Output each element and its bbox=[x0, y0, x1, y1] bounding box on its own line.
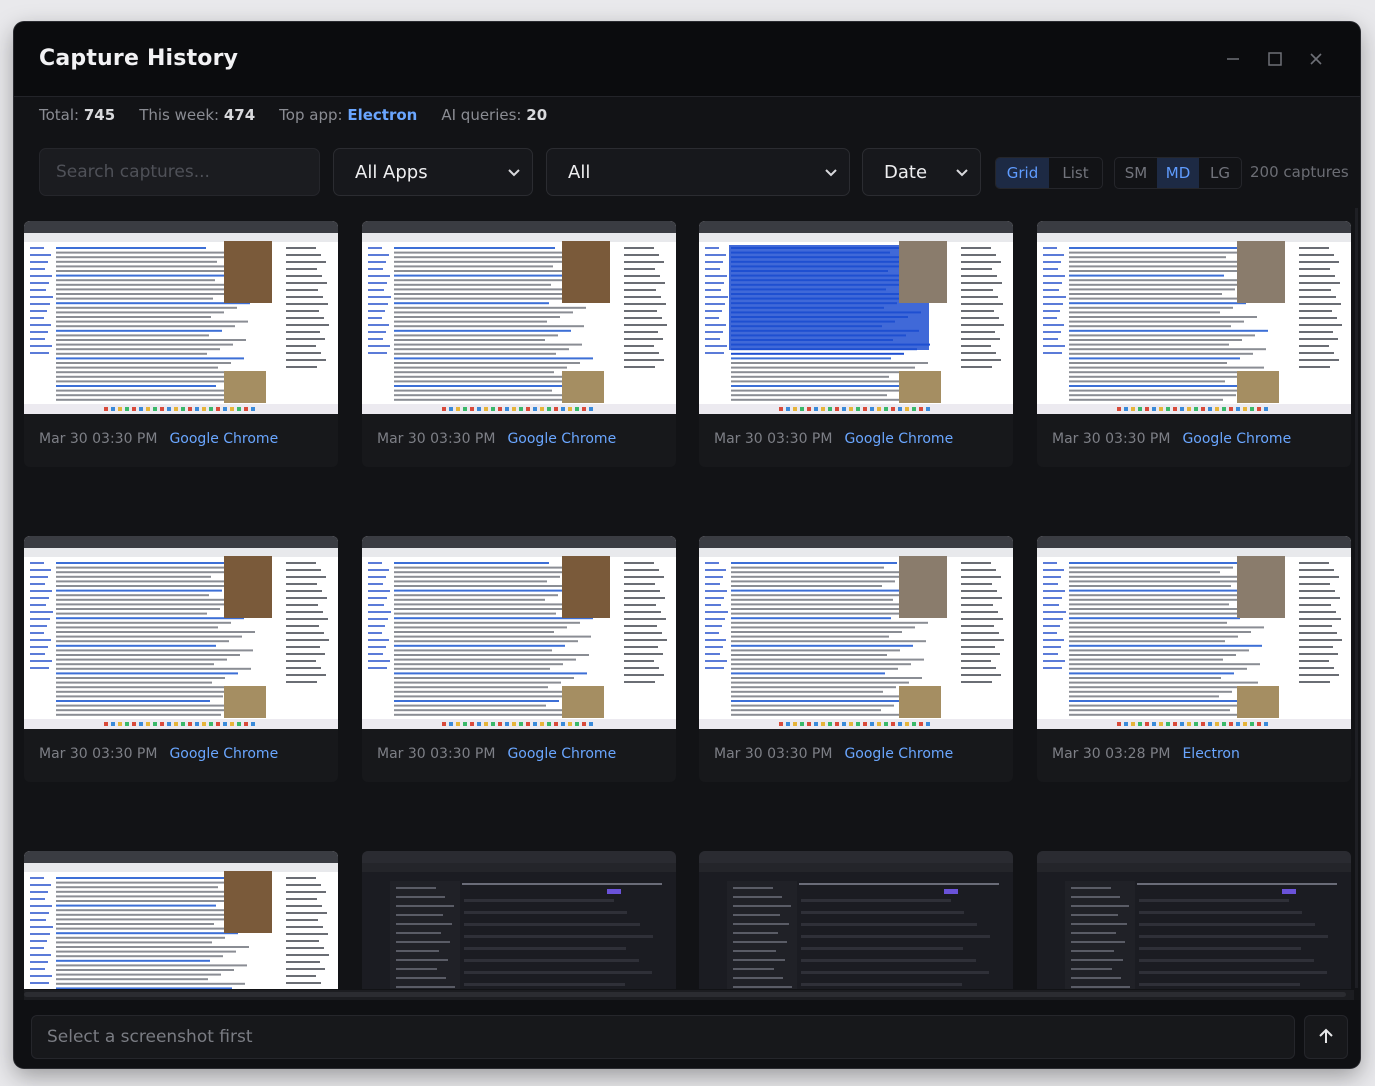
title-divider bbox=[14, 96, 1360, 97]
chevron-down-icon bbox=[954, 165, 970, 181]
thumbnail-preview bbox=[1037, 221, 1351, 414]
minimize-icon[interactable] bbox=[1221, 47, 1245, 71]
capture-time: Mar 30 03:30 PM bbox=[377, 431, 495, 447]
close-icon[interactable] bbox=[1304, 47, 1328, 71]
capture-time: Mar 30 03:30 PM bbox=[714, 431, 832, 447]
capture-card[interactable] bbox=[362, 851, 676, 989]
capture-meta: Mar 30 03:30 PM Google Chrome bbox=[714, 746, 953, 762]
capture-meta: Mar 30 03:30 PM Google Chrome bbox=[377, 746, 616, 762]
capture-thumbnail[interactable] bbox=[699, 221, 1013, 414]
thumbnail-preview bbox=[24, 536, 338, 729]
capture-time: Mar 30 03:28 PM bbox=[1052, 746, 1170, 762]
thumbnail-preview bbox=[699, 221, 1013, 414]
thumbnail-preview bbox=[1037, 851, 1351, 989]
thumbnail-preview bbox=[24, 221, 338, 414]
capture-app[interactable]: Electron bbox=[1182, 746, 1239, 762]
thumbnail-preview bbox=[362, 851, 676, 989]
thumbnail-preview bbox=[699, 536, 1013, 729]
scrollbar-thumb[interactable] bbox=[24, 992, 1346, 997]
capture-time: Mar 30 03:30 PM bbox=[39, 746, 157, 762]
horizontal-scrollbar[interactable] bbox=[24, 990, 1354, 1000]
capture-thumbnail[interactable] bbox=[362, 221, 676, 414]
capture-thumbnail[interactable] bbox=[699, 536, 1013, 729]
grid-view-button[interactable]: Grid bbox=[996, 158, 1049, 188]
capture-card[interactable]: Mar 30 03:30 PM Google Chrome bbox=[362, 536, 676, 782]
capture-app[interactable]: Google Chrome bbox=[169, 431, 278, 447]
capture-card[interactable] bbox=[24, 851, 338, 989]
capture-card[interactable] bbox=[1037, 851, 1351, 989]
capture-thumbnail[interactable] bbox=[1037, 851, 1351, 989]
type-filter-value: All bbox=[568, 162, 590, 183]
thumb-size-toggle: SM MD LG bbox=[1114, 157, 1242, 189]
capture-app[interactable]: Google Chrome bbox=[844, 431, 953, 447]
capture-time: Mar 30 03:30 PM bbox=[1052, 431, 1170, 447]
stat-total: Total: 745 bbox=[39, 106, 115, 126]
maximize-icon[interactable] bbox=[1263, 47, 1287, 71]
app-filter-value: All Apps bbox=[355, 162, 428, 183]
capture-grid: Mar 30 03:30 PMGoogle ChromeMar 30 03:30… bbox=[24, 221, 1354, 989]
view-toggle: Grid List bbox=[995, 157, 1103, 189]
capture-thumbnail[interactable] bbox=[362, 536, 676, 729]
title-bar: Capture History bbox=[14, 22, 1360, 96]
list-view-button[interactable]: List bbox=[1049, 158, 1102, 188]
capture-meta: Mar 30 03:30 PM Google Chrome bbox=[1052, 431, 1291, 447]
capture-time: Mar 30 03:30 PM bbox=[377, 746, 495, 762]
stat-ai-queries: AI queries: 20 bbox=[441, 106, 547, 126]
capture-card[interactable]: Mar 30 03:30 PM Google Chrome bbox=[24, 221, 338, 467]
thumbnail-preview bbox=[362, 221, 676, 414]
sort-select[interactable]: Date bbox=[862, 148, 981, 196]
stat-this-week: This week: 474 bbox=[139, 106, 255, 126]
type-filter-select[interactable]: All bbox=[546, 148, 850, 196]
thumbnail-preview bbox=[699, 851, 1013, 989]
capture-card[interactable]: Mar 30 03:30 PM Google Chrome bbox=[362, 221, 676, 467]
thumbnail-preview bbox=[1037, 536, 1351, 729]
capture-time: Mar 30 03:30 PM bbox=[714, 746, 832, 762]
vertical-scrollbar[interactable] bbox=[1355, 208, 1358, 988]
capture-thumbnail[interactable] bbox=[1037, 536, 1351, 729]
capture-history-window: Capture History Total: 745 This week: 47… bbox=[14, 22, 1360, 1068]
ai-query-input[interactable] bbox=[31, 1015, 1295, 1059]
capture-app[interactable]: Google Chrome bbox=[507, 746, 616, 762]
capture-meta: Mar 30 03:30 PM Google Chrome bbox=[714, 431, 953, 447]
capture-thumbnail[interactable] bbox=[24, 851, 338, 989]
capture-app[interactable]: Google Chrome bbox=[169, 746, 278, 762]
capture-thumbnail[interactable] bbox=[362, 851, 676, 989]
capture-thumbnail[interactable] bbox=[1037, 221, 1351, 414]
capture-app[interactable]: Google Chrome bbox=[844, 746, 953, 762]
thumbnail-preview bbox=[24, 851, 338, 989]
stats-bar: Total: 745 This week: 474 Top app: Elect… bbox=[39, 106, 547, 126]
capture-time: Mar 30 03:30 PM bbox=[39, 431, 157, 447]
capture-app[interactable]: Google Chrome bbox=[1182, 431, 1291, 447]
arrow-up-icon bbox=[1316, 1027, 1336, 1047]
thumbnail-preview bbox=[362, 536, 676, 729]
size-lg-button[interactable]: LG bbox=[1199, 158, 1241, 188]
search-input[interactable] bbox=[39, 148, 320, 196]
capture-meta: Mar 30 03:30 PM Google Chrome bbox=[377, 431, 616, 447]
capture-thumbnail[interactable] bbox=[699, 851, 1013, 989]
capture-meta: Mar 30 03:28 PM Electron bbox=[1052, 746, 1240, 762]
capture-thumbnail[interactable] bbox=[24, 536, 338, 729]
chat-bar bbox=[14, 1000, 1360, 1068]
capture-card[interactable]: Mar 30 03:30 PM Google Chrome bbox=[24, 536, 338, 782]
capture-meta: Mar 30 03:30 PM Google Chrome bbox=[39, 431, 278, 447]
capture-card[interactable]: Mar 30 03:30 PM Google Chrome bbox=[699, 221, 1013, 467]
capture-app[interactable]: Google Chrome bbox=[507, 431, 616, 447]
chevron-down-icon bbox=[506, 165, 522, 181]
capture-count: 200 captures bbox=[1250, 163, 1349, 181]
capture-card[interactable]: Mar 30 03:28 PM Electron bbox=[1037, 536, 1351, 782]
capture-meta: Mar 30 03:30 PM Google Chrome bbox=[39, 746, 278, 762]
stat-top-app: Top app: Electron bbox=[279, 106, 417, 126]
send-button[interactable] bbox=[1304, 1015, 1348, 1059]
sort-value: Date bbox=[884, 162, 927, 183]
capture-thumbnail[interactable] bbox=[24, 221, 338, 414]
size-md-button[interactable]: MD bbox=[1157, 158, 1199, 188]
window-title: Capture History bbox=[39, 46, 238, 71]
capture-card[interactable] bbox=[699, 851, 1013, 989]
capture-card[interactable]: Mar 30 03:30 PM Google Chrome bbox=[1037, 221, 1351, 467]
capture-card[interactable]: Mar 30 03:30 PM Google Chrome bbox=[699, 536, 1013, 782]
chevron-down-icon bbox=[823, 165, 839, 181]
app-filter-select[interactable]: All Apps bbox=[333, 148, 533, 196]
size-sm-button[interactable]: SM bbox=[1115, 158, 1157, 188]
